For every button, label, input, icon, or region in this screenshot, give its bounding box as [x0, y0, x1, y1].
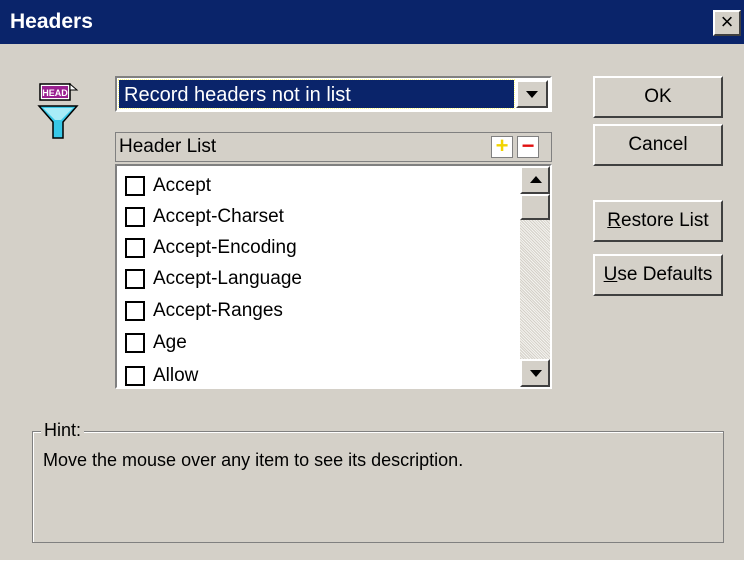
checkbox[interactable] — [125, 238, 145, 258]
defaults-label: se Defaults — [617, 264, 713, 285]
ok-button[interactable]: OK — [593, 76, 723, 118]
restore-list-button[interactable]: Restore List — [593, 200, 723, 242]
arrow-down-icon — [530, 370, 542, 377]
vertical-scrollbar[interactable] — [520, 166, 550, 387]
list-item-label: Age — [153, 332, 187, 353]
list-item-label: Accept-Ranges — [153, 300, 283, 321]
hint-title: Hint: — [41, 420, 85, 441]
title-bar[interactable]: Headers × — [0, 0, 744, 44]
scroll-up-button[interactable] — [520, 166, 550, 194]
dropdown-selection: Record headers not in list — [118, 79, 515, 109]
record-mode-dropdown[interactable]: Record headers not in list — [115, 76, 552, 112]
arrow-up-icon — [530, 176, 542, 183]
close-icon: × — [720, 9, 734, 34]
dropdown-selected-value: Record headers not in list — [124, 84, 351, 106]
checkbox[interactable] — [125, 301, 145, 321]
checkbox[interactable] — [125, 366, 145, 386]
headers-dialog: Headers × HEAD Record headers not in lis… — [0, 0, 744, 560]
list-item-label: Accept-Language — [153, 268, 302, 289]
checkbox[interactable] — [125, 207, 145, 227]
header-listbox[interactable]: Accept Accept-Charset Accept-Encoding Ac… — [115, 164, 552, 389]
list-item-label: Accept — [153, 175, 212, 196]
ok-label: OK — [644, 86, 672, 107]
list-item-label: Accept-Encoding — [153, 237, 297, 258]
header-list-items: Accept Accept-Charset Accept-Encoding Ac… — [117, 166, 517, 387]
header-list-bar: Header List + − — [115, 132, 552, 162]
restore-mnemonic: R — [607, 210, 622, 231]
defaults-mnemonic: U — [603, 264, 618, 285]
header-list-label: Header List — [119, 136, 217, 157]
hint-text: Move the mouse over any item to see its … — [43, 450, 464, 470]
close-button[interactable]: × — [713, 10, 741, 36]
dropdown-button[interactable] — [516, 80, 548, 108]
minus-icon: − — [521, 133, 535, 158]
checkbox[interactable] — [125, 333, 145, 353]
use-defaults-button[interactable]: Use Defaults — [593, 254, 723, 296]
list-item-label: Allow — [153, 365, 199, 386]
remove-header-button[interactable]: − — [517, 133, 539, 158]
checkbox[interactable] — [125, 176, 145, 196]
chevron-down-icon — [526, 91, 538, 98]
header-filter-icon: HEAD — [37, 82, 79, 139]
cancel-label: Cancel — [628, 134, 688, 155]
scroll-down-button[interactable] — [520, 359, 550, 387]
restore-label: estore List — [621, 210, 709, 231]
scroll-thumb[interactable] — [520, 194, 550, 220]
add-header-button[interactable]: + — [491, 133, 513, 158]
window-title: Headers — [10, 10, 93, 33]
hint-groupbox: Hint: Move the mouse over any item to se… — [32, 420, 724, 543]
cancel-button[interactable]: Cancel — [593, 124, 723, 166]
list-item-label: Accept-Charset — [153, 206, 284, 227]
plus-icon: + — [495, 133, 509, 158]
checkbox[interactable] — [125, 269, 145, 289]
head-badge-text: HEAD — [42, 88, 68, 98]
